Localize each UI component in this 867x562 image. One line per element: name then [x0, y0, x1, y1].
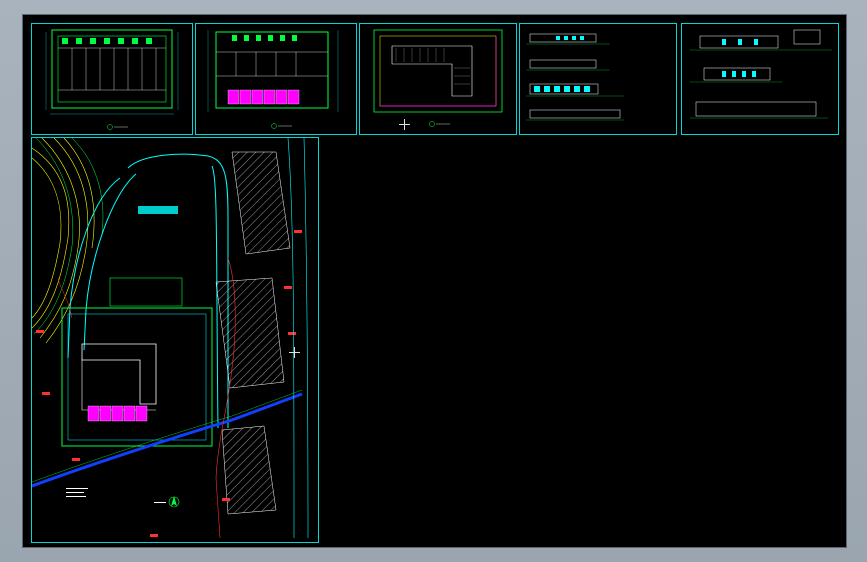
crosshair-cursor-icon-2: [399, 119, 410, 130]
north-arrow-icon: [168, 496, 180, 508]
sheet-roof-plan[interactable]: [359, 23, 517, 135]
crosshair-cursor-icon: [289, 347, 300, 358]
elevations-drawing: [526, 33, 624, 121]
sections-drawing: [690, 29, 832, 119]
sheet-site-plan[interactable]: [31, 137, 319, 543]
sheet-floor-plan-1[interactable]: [31, 23, 193, 135]
drawing-canvas[interactable]: [22, 14, 847, 548]
floor-plan-1-drawing: [45, 29, 179, 130]
sheet-elevations[interactable]: [519, 23, 677, 135]
floor-plan-2-drawing: [207, 30, 339, 129]
roof-plan-drawing: [373, 29, 503, 127]
sheet-floor-plan-2[interactable]: [195, 23, 357, 135]
sheet-sections[interactable]: [681, 23, 839, 135]
site-plan-drawing: [32, 138, 309, 539]
